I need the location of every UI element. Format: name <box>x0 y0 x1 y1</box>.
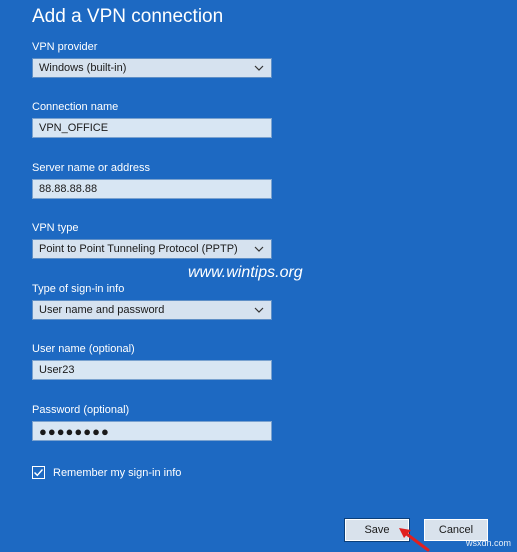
chevron-down-icon <box>254 65 264 71</box>
connection-name-label: Connection name <box>32 101 119 113</box>
page-title: Add a VPN connection <box>32 6 224 27</box>
vpn-type-dropdown[interactable]: Point to Point Tunneling Protocol (PPTP) <box>32 239 272 259</box>
vpn-type-value: Point to Point Tunneling Protocol (PPTP) <box>39 243 238 255</box>
vpn-provider-value: Windows (built-in) <box>39 62 127 74</box>
vpn-provider-dropdown[interactable]: Windows (built-in) <box>32 58 272 78</box>
red-arrow-icon <box>399 528 430 552</box>
username-input[interactable]: User23 <box>32 360 272 380</box>
server-input[interactable]: 88.88.88.88 <box>32 179 272 199</box>
username-label: User name (optional) <box>32 343 135 355</box>
password-label: Password (optional) <box>32 404 130 416</box>
sign-in-type-value: User name and password <box>39 304 165 316</box>
vpn-type-label: VPN type <box>32 222 79 234</box>
server-value: 88.88.88.88 <box>39 183 98 195</box>
password-value: ●●●●●●●● <box>39 423 110 439</box>
remember-label: Remember my sign-in info <box>53 466 182 479</box>
sign-in-type-dropdown[interactable]: User name and password <box>32 300 272 320</box>
remember-checkbox[interactable] <box>32 466 45 479</box>
connection-name-value: VPN_OFFICE <box>39 122 109 134</box>
password-input[interactable]: ●●●●●●●● <box>32 421 272 441</box>
chevron-down-icon <box>254 307 264 313</box>
checkmark-icon <box>34 469 44 477</box>
corner-watermark: wsxdn.com <box>465 538 511 548</box>
chevron-down-icon <box>254 246 264 252</box>
remember-checkbox-row[interactable]: Remember my sign-in info <box>32 466 181 479</box>
sign-in-type-label: Type of sign-in info <box>32 283 125 295</box>
connection-name-input[interactable]: VPN_OFFICE <box>32 118 272 138</box>
server-label: Server name or address <box>32 162 150 174</box>
vpn-provider-label: VPN provider <box>32 41 98 53</box>
watermark-text: www.wintips.org <box>188 264 303 281</box>
username-value: User23 <box>39 364 75 376</box>
